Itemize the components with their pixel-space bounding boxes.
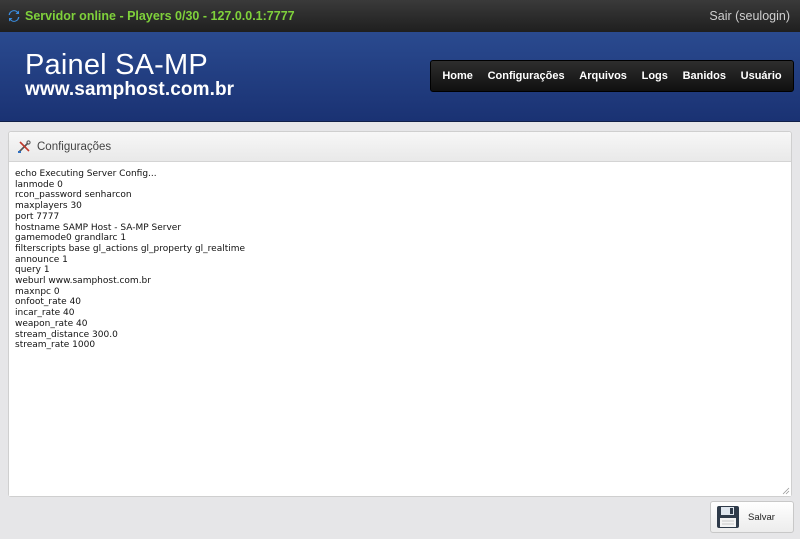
top-status-bar: Servidor online - Players 0/30 - 127.0.0… xyxy=(0,0,800,32)
brand-url: www.samphost.com.br xyxy=(25,79,235,100)
main-nav: Home Configurações Arquivos Logs Banidos… xyxy=(430,60,794,92)
tools-icon xyxy=(18,139,31,153)
nav-item-banidos[interactable]: Banidos xyxy=(683,70,726,82)
logout-link[interactable]: Sair (seulogin) xyxy=(709,9,790,23)
server-status: Servidor online - Players 0/30 - 127.0.0… xyxy=(8,9,295,23)
resize-grip-icon[interactable] xyxy=(782,487,790,495)
header: Painel SA-MP www.samphost.com.br Home Co… xyxy=(0,32,800,122)
nav-item-configuracoes[interactable]: Configurações xyxy=(488,70,565,82)
nav-item-logs[interactable]: Logs xyxy=(642,70,668,82)
nav-item-arquivos[interactable]: Arquivos xyxy=(579,70,627,82)
brand-title: Painel SA-MP xyxy=(25,49,208,81)
server-status-text: Servidor online - Players 0/30 - 127.0.0… xyxy=(25,9,295,23)
panel-title: Configurações xyxy=(37,140,112,153)
nav-item-home[interactable]: Home xyxy=(442,70,473,82)
panel-header: Configurações xyxy=(9,132,791,162)
config-panel: Configurações echo Executing Server Conf… xyxy=(8,131,792,497)
nav-item-usuario[interactable]: Usuário xyxy=(741,70,782,82)
config-editor[interactable]: echo Executing Server Config... lanmode … xyxy=(9,162,791,496)
save-button-label: Salvar xyxy=(748,511,775,523)
save-button[interactable]: Salvar xyxy=(710,501,794,533)
refresh-icon[interactable] xyxy=(8,9,20,23)
floppy-disk-icon xyxy=(717,506,739,528)
brand: Painel SA-MP www.samphost.com.br xyxy=(25,50,234,100)
